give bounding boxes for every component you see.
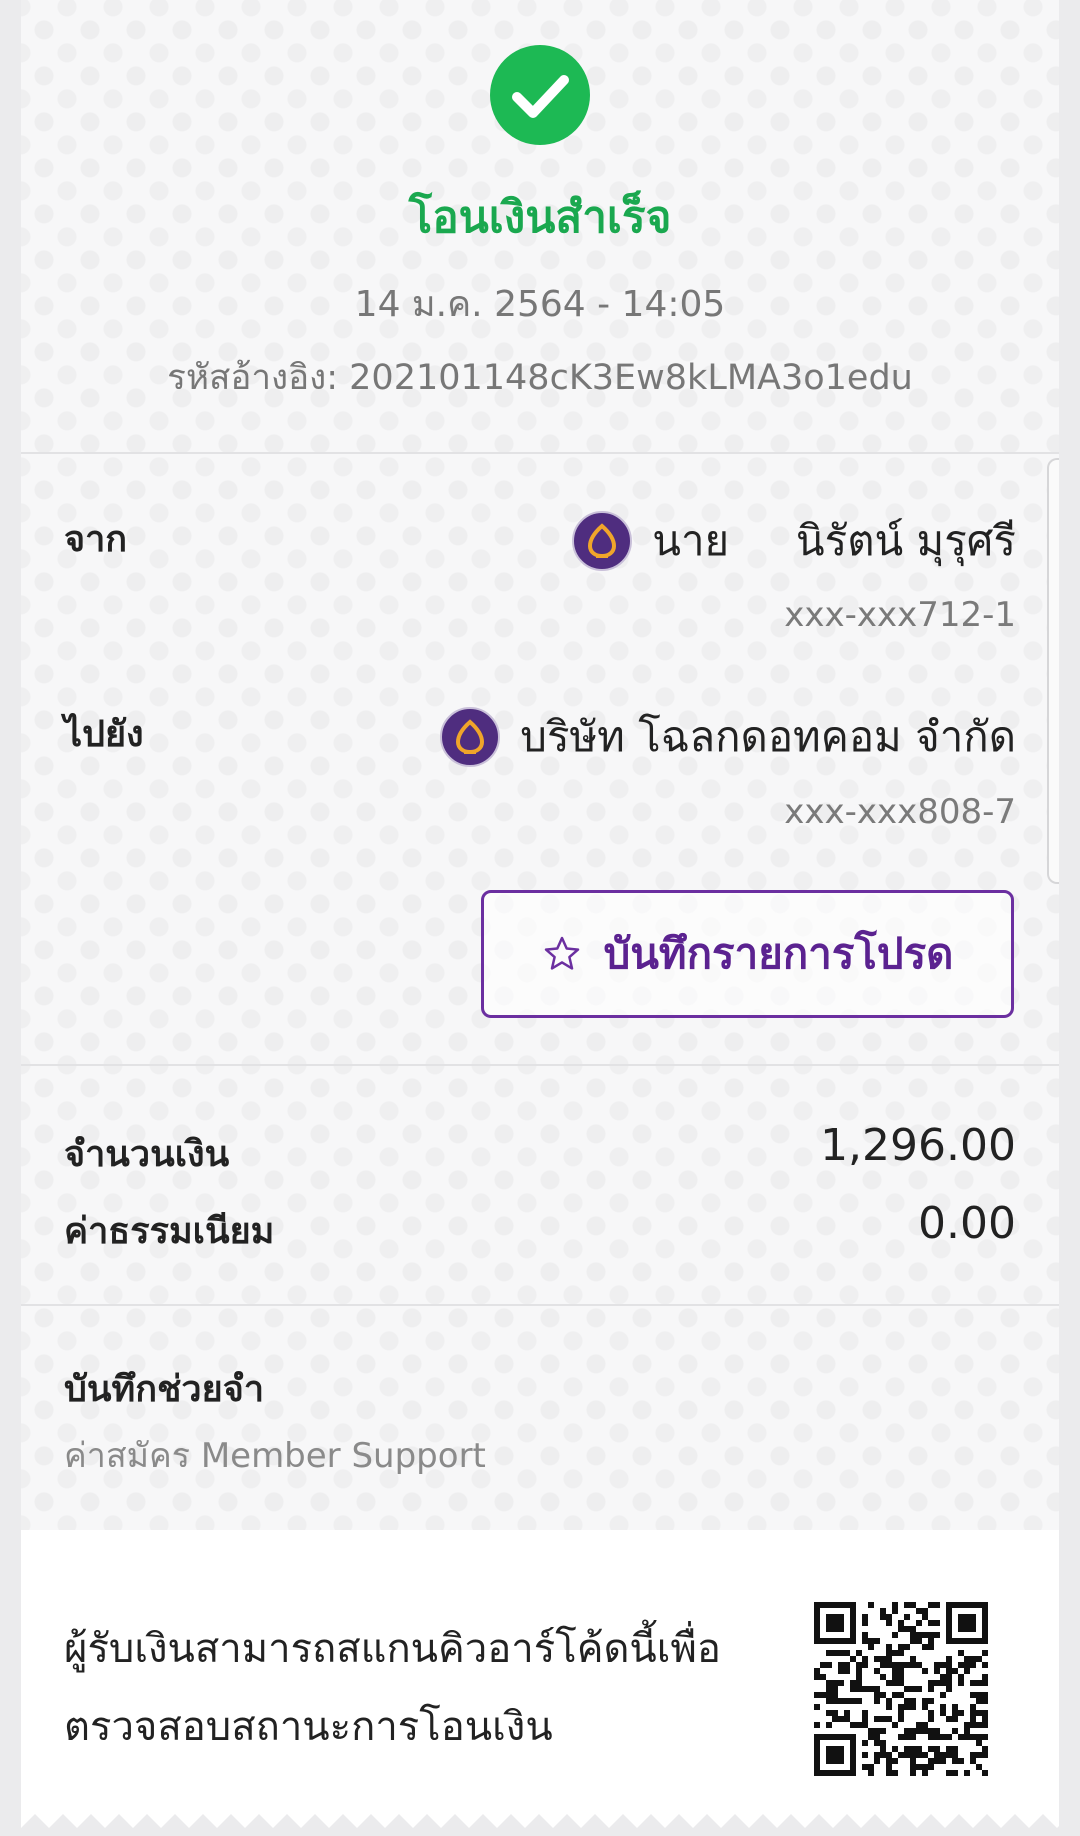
qr-instruction-line: ตรวจสอบสถานะการโอนเงิน — [64, 1704, 553, 1750]
memo-text: ค่าสมัคร Member Support — [64, 1436, 486, 1476]
receiver-name-row: บริษัท โฉลกดอทคอม จำกัด — [440, 704, 1016, 770]
fee-label: ค่าธรรมเนียม — [64, 1211, 275, 1252]
zigzag-edge — [21, 1814, 1059, 1836]
qr-section: ผู้รับเงินสามารถสแกนคิวอาร์โค้ดนี้เพื่อ … — [21, 1530, 1059, 1836]
bank-logo-icon — [572, 511, 633, 571]
transfer-slip: โอนเงินสำเร็จ 14 ม.ค. 2564 - 14:05 รหัสอ… — [21, 0, 1059, 1836]
save-favorite-label: บันทึกรายการโปรด — [603, 929, 954, 978]
sender-name: นาย นิรัตน์ มุรุศรี — [652, 516, 1016, 565]
bank-logo-icon — [440, 707, 501, 767]
from-label: จาก — [64, 519, 128, 560]
success-check-icon — [490, 45, 590, 145]
memo-title: บันทึกช่วยจำ — [64, 1369, 265, 1410]
transaction-datetime: 14 ม.ค. 2564 - 14:05 — [354, 284, 726, 325]
receiver-name: บริษัท โฉลกดอทคอม จำกัด — [520, 712, 1016, 761]
amount-label: จำนวนเงิน — [64, 1134, 230, 1175]
status-header: โอนเงินสำเร็จ 14 ม.ค. 2564 - 14:05 รหัสอ… — [21, 0, 1059, 452]
amount-value: 1,296.00 — [820, 1120, 1016, 1171]
divider — [21, 1304, 1059, 1306]
divider — [21, 1064, 1059, 1066]
sender-account: xxx-xxx712-1 — [784, 595, 1016, 635]
reference-code: รหัสอ้างอิง: 202101148cK3Ew8kLMA3o1edu — [167, 358, 913, 398]
qr-code-icon — [814, 1602, 988, 1776]
qr-instruction: ผู้รับเงินสามารถสแกนคิวอาร์โค้ดนี้เพื่อ … — [64, 1610, 744, 1766]
qr-instruction-line: ผู้รับเงินสามารถสแกนคิวอาร์โค้ดนี้เพื่อ — [64, 1626, 721, 1672]
star-outline-icon — [542, 934, 582, 974]
receiver-account: xxx-xxx808-7 — [784, 792, 1016, 832]
scroll-handle[interactable] — [1047, 458, 1059, 884]
save-favorite-button[interactable]: บันทึกรายการโปรด — [481, 890, 1014, 1018]
to-label: ไปยัง — [64, 714, 144, 755]
fee-value: 0.00 — [918, 1198, 1016, 1249]
sender-name-row: นาย นิรัตน์ มุรุศรี — [572, 508, 1016, 574]
status-title: โอนเงินสำเร็จ — [408, 192, 672, 243]
divider — [21, 452, 1059, 454]
